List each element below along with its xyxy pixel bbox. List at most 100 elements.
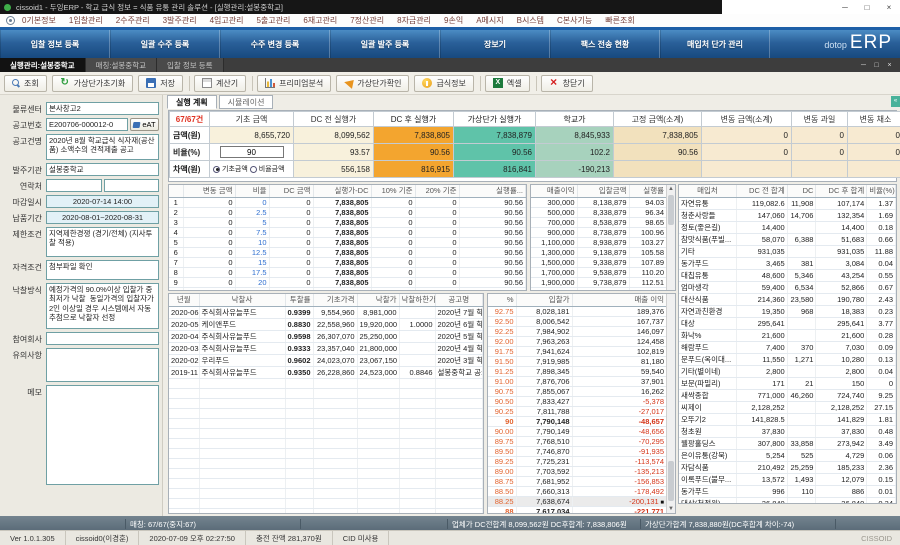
column-header[interactable]: 입찰금액	[577, 185, 629, 197]
table-row[interactable]: 887,617,034-221,771	[488, 506, 667, 514]
system-menu-icon[interactable]	[6, 16, 15, 25]
save-button[interactable]: 저장	[138, 75, 183, 92]
table-row[interactable]: 자연유통119,082.611,908107,1741.37	[679, 197, 896, 209]
quick-button[interactable]: 일괄 발주 등록	[330, 30, 440, 58]
reset-virtual-price-button[interactable]: 가상단가초기화	[52, 75, 134, 92]
splitter-handle[interactable]	[168, 389, 169, 449]
column-header[interactable]: 매출 이익	[572, 294, 667, 306]
table-row[interactable]: 웰팡홀딩스307,80033,858273,9423.49	[679, 437, 896, 449]
mdi-maximize-button[interactable]: □	[870, 62, 883, 69]
column-header[interactable]: 년월	[169, 294, 199, 306]
table-row[interactable]: 2020-02우리푸드0.960224,023,07023,067,150202…	[169, 354, 483, 366]
table-row[interactable]: 91.007,876,70637,901	[488, 376, 667, 386]
quick-button[interactable]: 팩스 전송 현황	[550, 30, 660, 58]
column-header[interactable]: DC 금액	[269, 185, 313, 197]
table-row[interactable]: 88.757,681,952-156,853	[488, 476, 667, 486]
table-row[interactable]: 202.507,838,8050090.56	[169, 207, 526, 217]
column-header[interactable]: DC 후 합계	[816, 185, 867, 197]
table-row[interactable]: 해람푸드7,4003707,0300.09	[679, 341, 896, 353]
minimize-button[interactable]: ─	[834, 3, 856, 12]
close-window-button[interactable]: 창닫기	[541, 75, 593, 92]
table-row[interactable]: 700,0008,538,87998.65	[531, 217, 667, 227]
premium-analysis-button[interactable]: 프리미엄분석	[257, 75, 331, 92]
table-row[interactable]: 88.507,660,313-178,492	[488, 486, 667, 496]
summary-column-header[interactable]: 고정 금액(소계)	[614, 112, 702, 127]
plan-tab[interactable]: 시뮬레이션	[219, 95, 274, 109]
menu-item[interactable]: C본사기능	[557, 15, 592, 26]
column-header[interactable]: 실행률	[629, 185, 667, 197]
column-header[interactable]: 기초가격	[313, 294, 357, 306]
summary-column-header[interactable]: 변동 채소	[848, 112, 900, 127]
column-header[interactable]: 변동 금액	[183, 185, 235, 197]
table-row[interactable]: 90.257,811,788-27,017	[488, 406, 667, 416]
table-row[interactable]: 91.507,919,98581,180	[488, 356, 667, 366]
column-header[interactable]: 공고명	[435, 294, 483, 306]
summary-column-header[interactable]: 학교가	[536, 112, 614, 127]
table-row[interactable]: 10007,838,8050090.56	[169, 197, 526, 207]
notice-number-input[interactable]	[46, 118, 128, 131]
participants-input[interactable]	[46, 332, 159, 345]
table-row[interactable]: 1,900,0009,738,879112.51	[531, 277, 667, 287]
plan-tab[interactable]: 실행 계획	[167, 95, 217, 109]
table-row[interactable]: 2020-06주식회사유늘푸드0.93999,554,9608,981,0002…	[169, 306, 483, 318]
menu-item[interactable]: 6재고관리	[303, 15, 337, 26]
table-row[interactable]: 91.257,898,34559,540	[488, 366, 667, 376]
eat-button[interactable]: eAT	[130, 118, 159, 131]
table-row[interactable]: 900,0008,738,879100.96	[531, 227, 667, 237]
deadline-input[interactable]	[46, 195, 159, 208]
menu-item[interactable]: 1입찰관리	[69, 15, 103, 26]
table-row[interactable]: 기타931,035931,03511.88	[679, 245, 896, 257]
table-row[interactable]: 2020-05케이앤푸드0.883022,558,96019,920,0001.…	[169, 318, 483, 330]
menu-item[interactable]: 5출고관리	[256, 15, 290, 26]
table-row[interactable]: 2020-04주식회사유늘푸드0.959826,307,07025,250,00…	[169, 330, 483, 342]
table-row[interactable]: 대상(청정원)26,84026,8400.34	[679, 497, 896, 504]
menu-item[interactable]: 빠른조회	[605, 15, 634, 26]
mdi-tab[interactable]: 매칭:설봉중학교	[86, 58, 157, 72]
bid-grid-scrollbar[interactable]: ▼	[666, 294, 675, 513]
table-row[interactable]: 동가푸드3,4653813,0840.04	[679, 257, 896, 269]
table-row[interactable]: 대상295,641295,6413.77	[679, 317, 896, 329]
table-row[interactable]: 1,700,0009,538,879110.20	[531, 267, 667, 277]
table-row[interactable]: 89.507,746,870-91,935	[488, 446, 667, 456]
table-row[interactable]: 90.007,790,149-48,656	[488, 426, 667, 436]
table-row[interactable]: 1,300,0009,138,879105.58	[531, 247, 667, 257]
column-header[interactable]	[169, 185, 183, 197]
contact-input-2[interactable]	[104, 179, 160, 192]
table-row[interactable]: 은이유통(강북)5,2545254,7290.06	[679, 449, 896, 461]
table-row[interactable]: 701507,838,8050090.56	[169, 257, 526, 267]
summary-column-header[interactable]: DC 후 실행가	[374, 112, 454, 127]
table-row[interactable]: 89.007,703,592-135,213	[488, 466, 667, 476]
table-row[interactable]: 자담식품210,49225,259185,2332.36	[679, 461, 896, 473]
radio-ratio-amount[interactable]	[250, 166, 257, 173]
table-row[interactable]: 91.757,941,624102,819	[488, 346, 667, 356]
column-header[interactable]: DC 전 합계	[736, 185, 787, 197]
table-row[interactable]: 902007,838,8050090.56	[169, 277, 526, 287]
table-row[interactable]: 90.507,833,427-5,378	[488, 396, 667, 406]
summary-column-header[interactable]: 변동 과일	[792, 112, 848, 127]
column-header[interactable]: 낙찰사	[199, 294, 285, 306]
mdi-tab[interactable]: 입찰 정보 등록	[157, 58, 224, 72]
table-row[interactable]: 407.507,838,8050090.56	[169, 227, 526, 237]
menu-item[interactable]: 7정산관리	[350, 15, 384, 26]
summary-column-header[interactable]: 기초 금액	[210, 112, 294, 127]
collapse-button[interactable]: «	[891, 96, 900, 107]
table-row[interactable]: 오뚜기2141,828.5141,8291.81	[679, 413, 896, 425]
excel-button[interactable]: 엑셀	[485, 75, 530, 92]
table-row[interactable]: 화낙%21,60021,6000.28	[679, 329, 896, 341]
table-row[interactable]: 청춘사랑들147,06014,706132,3541.69	[679, 209, 896, 221]
quick-button[interactable]: 수주 변경 등록	[220, 30, 330, 58]
table-row[interactable]: 30507,838,8050090.56	[169, 217, 526, 227]
quick-button[interactable]: 매입처 단가 관리	[660, 30, 770, 58]
table-row[interactable]: 2019-11주식회사유늘푸드0.935026,228,86024,523,00…	[169, 366, 483, 378]
contact-input-1[interactable]	[46, 179, 102, 192]
meal-info-button[interactable]: 급식정보	[414, 75, 473, 92]
column-header[interactable]: 실행가-DC	[313, 185, 371, 197]
column-header[interactable]: %	[488, 294, 516, 306]
table-row[interactable]: 문푸드(옥이대...11,5501,27110,2800.13	[679, 353, 896, 365]
column-header[interactable]: 실행률...	[459, 185, 526, 197]
menu-item[interactable]: 9손익	[444, 15, 463, 26]
table-row[interactable]: 씨제이2,128,2522,128,25227.15	[679, 401, 896, 413]
table-row[interactable]: 8017.507,838,8050090.56	[169, 267, 526, 277]
column-header[interactable]: DC	[787, 185, 816, 197]
table-row[interactable]: 1,100,0008,938,879103.27	[531, 237, 667, 247]
